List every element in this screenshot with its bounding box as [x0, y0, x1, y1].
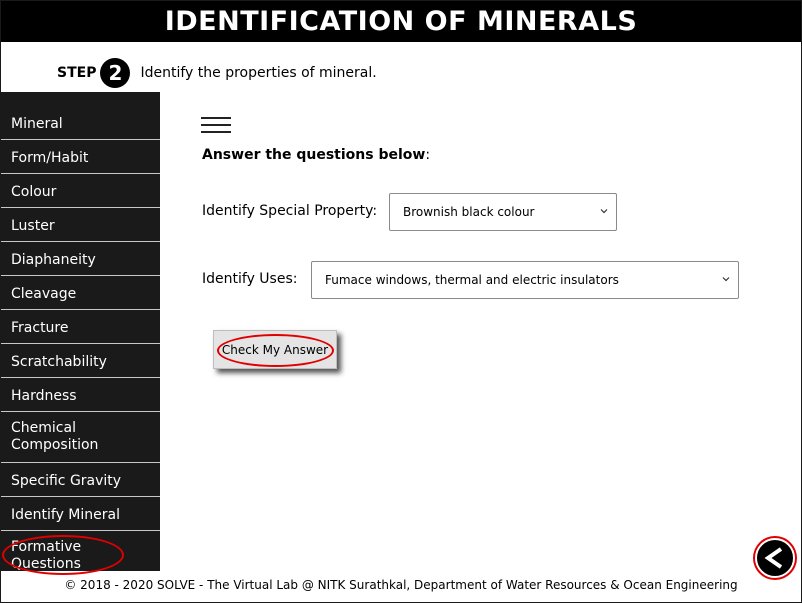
- sidebar-item-fracture[interactable]: Fracture: [1, 310, 160, 344]
- chevron-left-icon: [764, 547, 783, 569]
- sidebar-item-formative-questions[interactable]: Formative Questions: [1, 531, 160, 572]
- step-number-badge: 2: [100, 58, 131, 88]
- step-description: Identify the properties of mineral.: [140, 65, 377, 81]
- sidebar-item-luster[interactable]: Luster: [1, 208, 160, 242]
- footer-copyright: © 2018 - 2020 SOLVE - The Virtual Lab @ …: [64, 578, 738, 592]
- sidebar-item-diaphaneity[interactable]: Diaphaneity: [1, 242, 160, 276]
- special-property-value: Brownish black colour: [403, 205, 535, 219]
- uses-label: Identify Uses:: [202, 271, 298, 287]
- uses-select[interactable]: Fumace windows, thermal and electric ins…: [311, 261, 739, 299]
- special-property-select[interactable]: Brownish black colour: [389, 193, 617, 231]
- special-property-label: Identify Special Property:: [202, 203, 378, 219]
- chevron-down-icon: [722, 277, 730, 282]
- sidebar-nav: Mineral Form/Habit Colour Luster Diaphan…: [1, 92, 160, 572]
- sidebar-item-cleavage[interactable]: Cleavage: [1, 276, 160, 310]
- sidebar-item-specific-gravity[interactable]: Specific Gravity: [1, 463, 160, 497]
- chevron-down-icon: [600, 209, 608, 214]
- step-label: STEP: [57, 65, 97, 81]
- sidebar-item-colour[interactable]: Colour: [1, 174, 160, 208]
- check-answer-button[interactable]: Check My Answer: [213, 330, 337, 369]
- instructions-heading: Answer the questions below:: [202, 147, 430, 163]
- step-indicator: STEP 2 Identify the properties of minera…: [57, 58, 377, 88]
- sidebar-item-identify-mineral[interactable]: Identify Mineral: [1, 497, 160, 531]
- back-button[interactable]: [755, 538, 795, 578]
- uses-value: Fumace windows, thermal and electric ins…: [325, 273, 619, 287]
- sidebar-item-form-habit[interactable]: Form/Habit: [1, 140, 160, 174]
- page-title: IDENTIFICATION OF MINERALS: [1, 1, 801, 42]
- sidebar-item-chemical-composition[interactable]: Chemical Composition: [1, 412, 160, 463]
- hamburger-icon[interactable]: [201, 117, 231, 133]
- sidebar-item-hardness[interactable]: Hardness: [1, 378, 160, 412]
- app-window: IDENTIFICATION OF MINERALS STEP 2 Identi…: [0, 0, 802, 603]
- instructions-colon: :: [425, 147, 431, 163]
- instructions-text: Answer the questions below: [202, 147, 426, 163]
- sidebar-item-scratchability[interactable]: Scratchability: [1, 344, 160, 378]
- sidebar-item-mineral[interactable]: Mineral: [1, 92, 160, 140]
